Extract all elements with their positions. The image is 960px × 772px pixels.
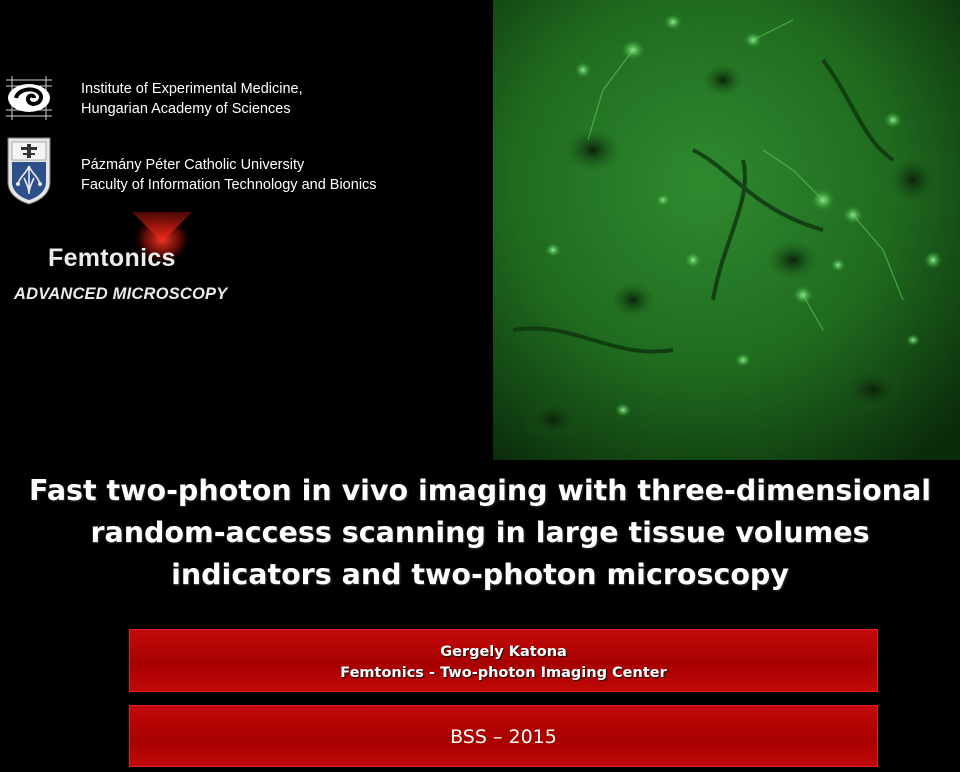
two-photon-micrograph-image [493,0,960,460]
author-box: Gergely Katona Femtonics - Two-photon Im… [129,629,878,692]
koki-logo-icon [4,74,54,122]
event-label: BSS – 2015 [450,726,557,748]
title-line3: indicators and two-photon microscopy [171,558,789,591]
institution-2-line1: Pázmány Péter Catholic University [81,157,305,173]
author-name: Gergely Katona [440,644,567,660]
institution-1-line2: Hungarian Academy of Sciences [81,101,291,117]
institution-header: Institute of Experimental Medicine, Hung… [0,0,490,310]
femtonics-tagline: ADVANCED MICROSCOPY [14,285,228,303]
presentation-title: Fast two-photon in vivo imaging with thr… [0,470,960,596]
event-box: BSS – 2015 [129,705,878,767]
institution-2: Pázmány Péter Catholic University Facult… [81,155,377,195]
slide: Institute of Experimental Medicine, Hung… [0,0,960,772]
institution-1-line1: Institute of Experimental Medicine, [81,81,303,97]
title-line1: Fast two-photon in vivo imaging with thr… [29,474,931,507]
author-affiliation: Femtonics - Two-photon Imaging Center [340,665,667,681]
title-line2: random-access scanning in large tissue v… [90,516,870,549]
institution-1: Institute of Experimental Medicine, Hung… [81,79,303,119]
femtonics-brand: Femtonics [48,244,176,272]
institution-2-line2: Faculty of Information Technology and Bi… [81,177,377,193]
ppke-logo-icon [6,136,52,206]
